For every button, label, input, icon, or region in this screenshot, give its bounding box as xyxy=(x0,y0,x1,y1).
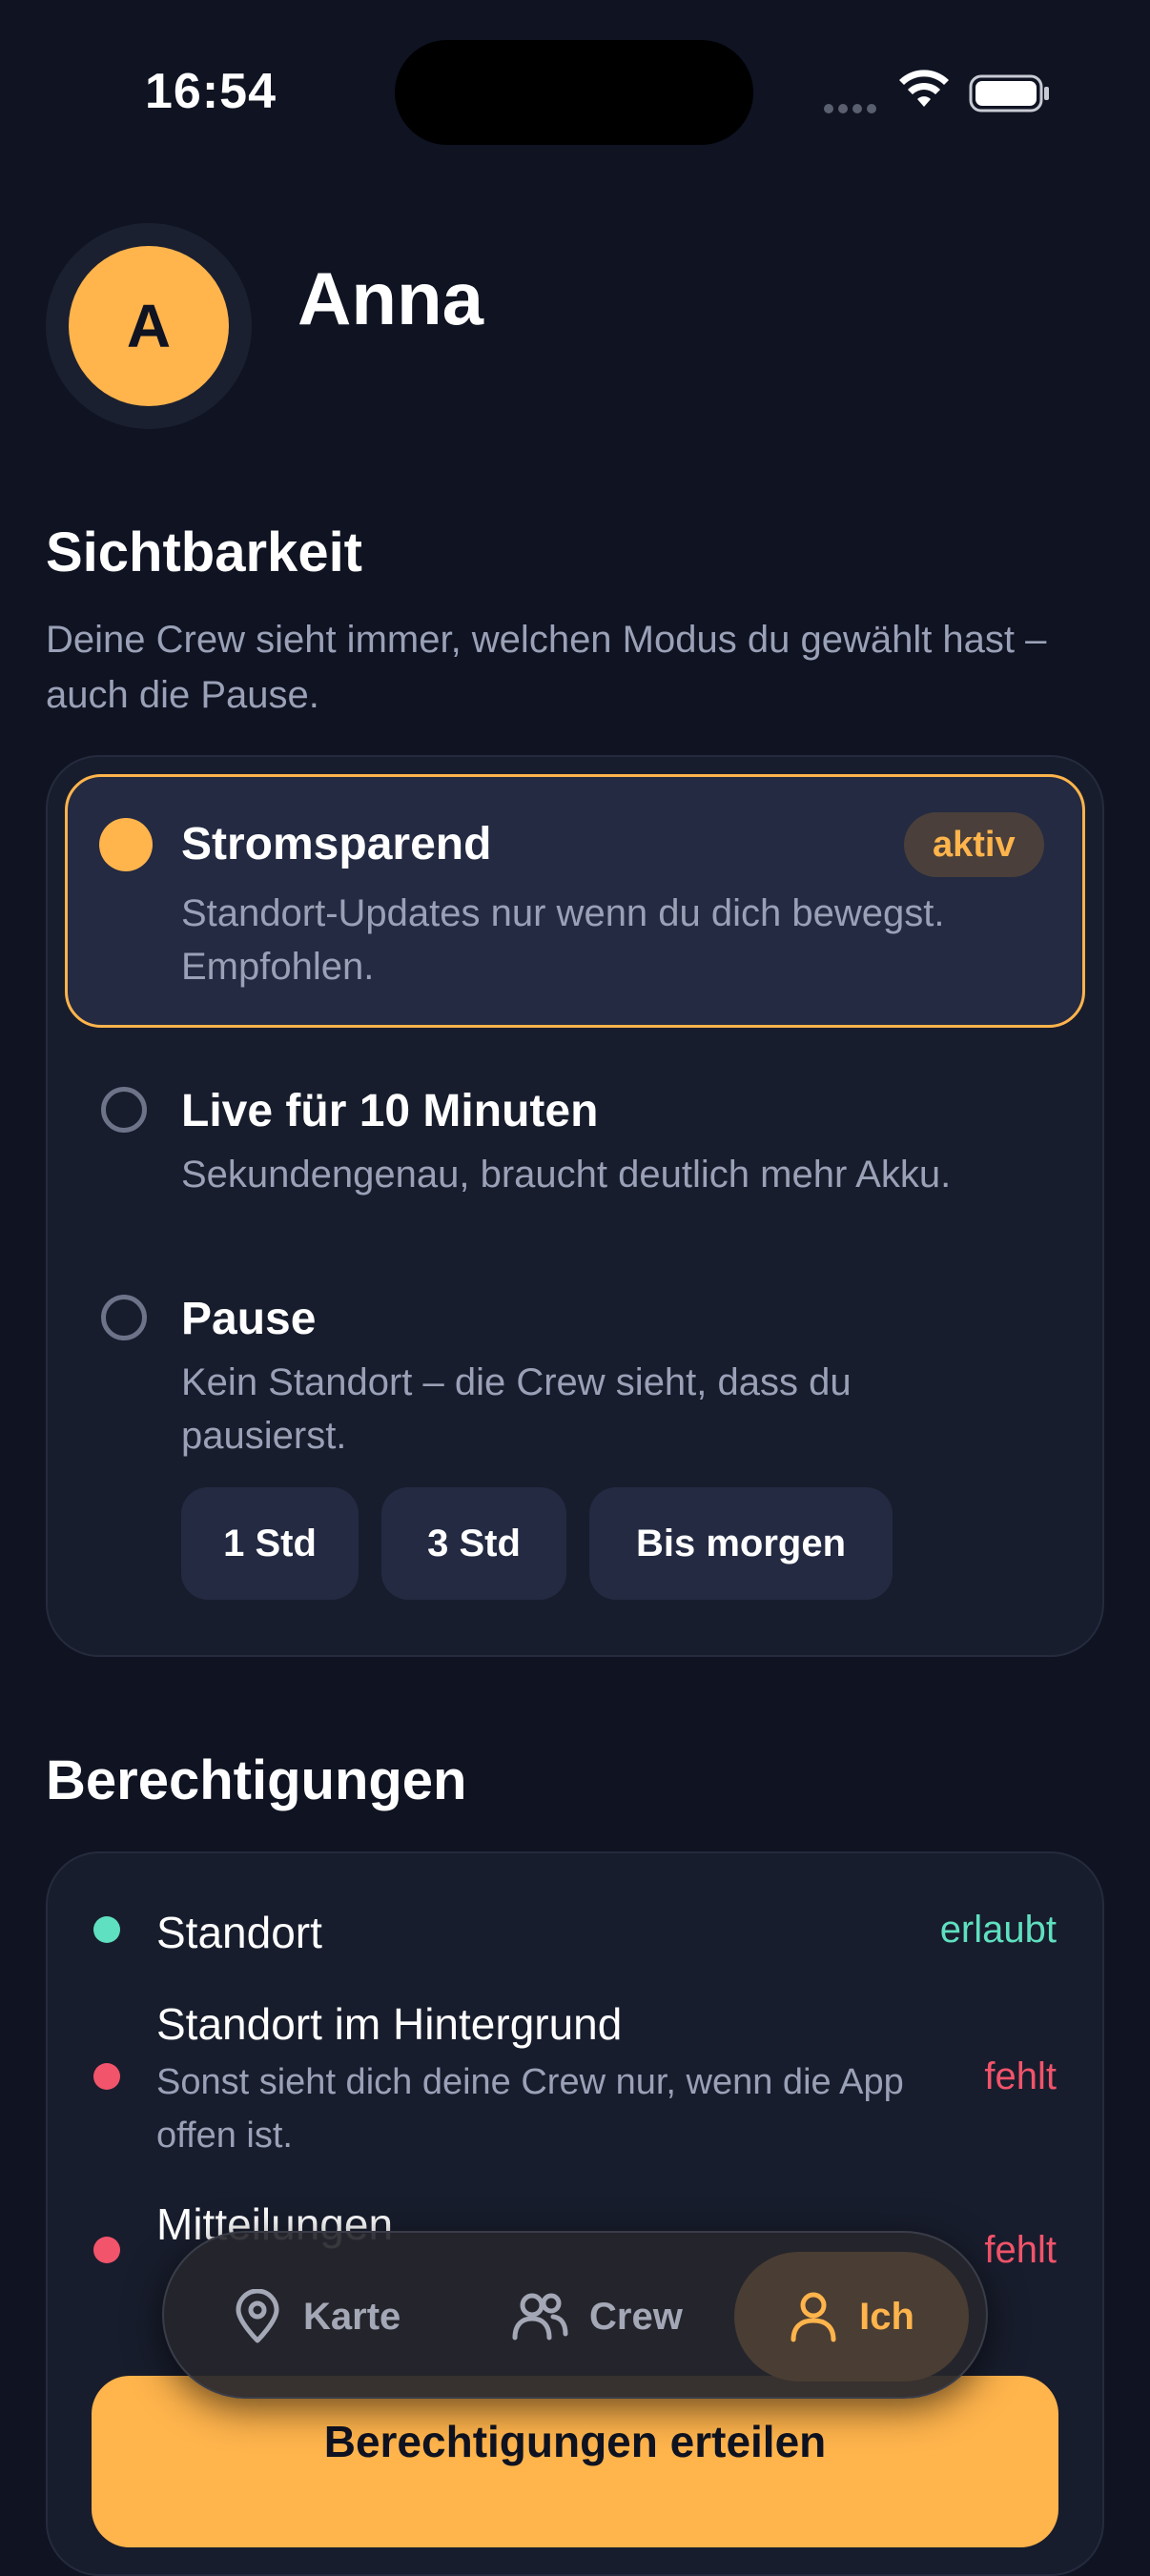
radio-unselected[interactable] xyxy=(101,1087,147,1133)
dynamic-island xyxy=(395,40,753,145)
permissions-heading: Berechtigungen xyxy=(46,1749,467,1811)
status-dot-ok xyxy=(93,1916,120,1943)
tab-ich[interactable]: Ich xyxy=(734,2252,969,2382)
permission-subtitle: Sonst sieht dich deine Crew nur, wenn di… xyxy=(156,2062,904,2156)
radio-unselected[interactable] xyxy=(101,1295,147,1340)
active-badge: aktiv xyxy=(904,812,1044,877)
people-icon xyxy=(512,2293,568,2341)
person-icon xyxy=(791,2292,836,2342)
option-subtitle: Kein Standort – die Crew sieht, dass du … xyxy=(181,1361,852,1457)
pause-3h-button[interactable]: 3 Std xyxy=(381,1487,566,1600)
option-title: Live für 10 Minuten xyxy=(181,1086,599,1136)
pause-until-tomorrow-button[interactable]: Bis morgen xyxy=(589,1487,893,1600)
cellular-signal-icon xyxy=(824,101,881,118)
status-time: 16:54 xyxy=(145,64,277,119)
visibility-heading: Sichtbarkeit xyxy=(46,521,362,583)
avatar[interactable]: A xyxy=(69,246,229,406)
profile-name: Anna xyxy=(298,256,483,340)
wifi-icon xyxy=(899,70,949,107)
permission-status[interactable]: fehlt xyxy=(984,2055,1057,2098)
map-pin-icon xyxy=(236,2289,279,2343)
tab-label: Crew xyxy=(589,2295,683,2338)
visibility-description: Deine Crew sieht immer, welchen Modus du… xyxy=(46,619,1047,716)
tab-karte[interactable]: Karte xyxy=(233,2252,400,2382)
pause-1h-button[interactable]: 1 Std xyxy=(181,1487,359,1600)
battery-icon xyxy=(969,74,1049,112)
permission-title: Standort xyxy=(156,1908,322,1957)
status-dot-missing xyxy=(93,2063,120,2090)
tab-label: Ich xyxy=(859,2295,914,2338)
tab-label: Karte xyxy=(303,2295,401,2338)
permission-title: Standort im Hintergrund xyxy=(156,1999,623,2049)
radio-selected[interactable] xyxy=(99,818,153,871)
option-subtitle: Standort-Updates nur wenn du dich bewegs… xyxy=(181,892,945,988)
grant-permissions-button[interactable]: Berechtigungen erteilen xyxy=(92,2376,1058,2547)
permission-status[interactable]: fehlt xyxy=(984,2229,1057,2272)
tab-crew[interactable]: Crew xyxy=(511,2252,683,2382)
option-title: Pause xyxy=(181,1294,317,1344)
permission-status[interactable]: erlaubt xyxy=(940,1909,1057,1952)
status-dot-missing xyxy=(93,2237,120,2263)
option-subtitle: Sekundengenau, braucht deutlich mehr Akk… xyxy=(181,1154,952,1196)
option-title: Stromsparend xyxy=(181,819,492,869)
